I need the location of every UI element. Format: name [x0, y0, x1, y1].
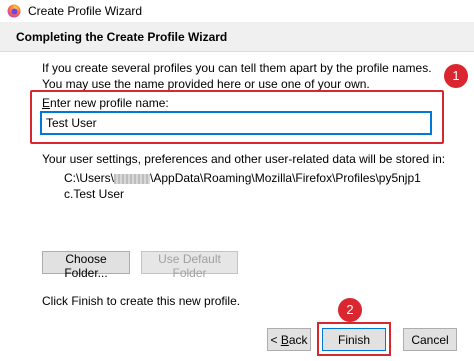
- label-mnemonic: E: [42, 96, 51, 110]
- choose-folder-button[interactable]: Choose Folder...: [42, 251, 130, 280]
- finish-button[interactable]: Finish: [322, 328, 386, 351]
- label-rest: nter new profile name:: [50, 96, 169, 110]
- profile-path: C:\Users\ \AppData\Roaming\Mozilla\Firefo…: [64, 170, 424, 202]
- cancel-button[interactable]: Cancel: [403, 328, 457, 351]
- back-arrow: <: [270, 332, 281, 347]
- path-prefix: C:\Users\: [64, 171, 115, 185]
- callout-badge-1: 1: [444, 64, 468, 88]
- use-default-folder-button[interactable]: Use Default Folder: [141, 251, 238, 280]
- wizard-header: Completing the Create Profile Wizard: [0, 22, 474, 52]
- back-button[interactable]: < Back: [267, 328, 311, 351]
- callout-badge-2: 2: [338, 298, 362, 322]
- storage-label: Your user settings, preferences and othe…: [42, 152, 446, 166]
- profile-name-label: Enter new profile name:: [42, 96, 169, 110]
- title-bar: Create Profile Wizard: [0, 0, 474, 22]
- firefox-icon: [7, 4, 21, 18]
- back-label-rest: ack: [288, 332, 308, 347]
- back-mnemonic: B: [280, 332, 289, 347]
- wizard-page-title: Completing the Create Profile Wizard: [16, 30, 228, 44]
- redacted-username: [114, 173, 151, 184]
- intro-text: If you create several profiles you can t…: [42, 61, 432, 91]
- profile-name-input[interactable]: [40, 111, 432, 135]
- wizard-content: If you create several profiles you can t…: [0, 52, 474, 361]
- finish-instruction: Click Finish to create this new profile.: [42, 294, 241, 308]
- window-title: Create Profile Wizard: [28, 4, 143, 18]
- profile-name-highlight: Enter new profile name:: [30, 90, 444, 144]
